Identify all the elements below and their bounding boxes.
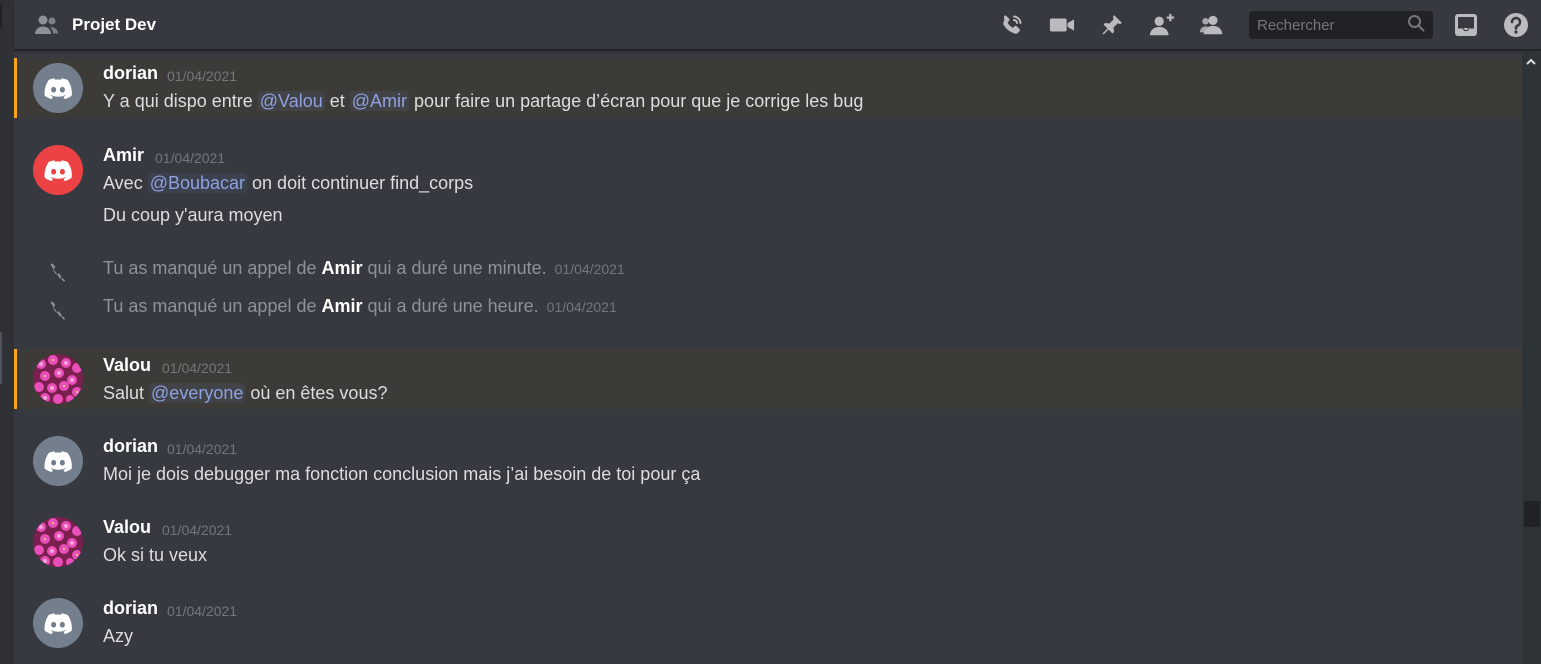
mention[interactable]: @Amir [349, 91, 410, 111]
discord-logo-icon [43, 446, 73, 476]
avatar[interactable] [33, 145, 83, 195]
discord-logo-icon [43, 73, 73, 103]
system-message-text: Tu as manqué un appel de Amir qui a duré… [103, 258, 625, 278]
message-timestamp: 01/04/2021 [162, 522, 233, 538]
system-message-user[interactable]: Amir [322, 296, 363, 316]
missed-call-icon [46, 300, 68, 322]
message-item[interactable]: dorian 01/04/2021 Y a qui dispo entre @V… [14, 58, 1522, 118]
avatar[interactable] [33, 63, 83, 113]
channel-title: Projet Dev [72, 14, 157, 34]
message-timestamp: 01/04/2021 [167, 603, 238, 619]
message-item[interactable]: Valou 01/04/2021 Salut @everyone où en ê… [14, 349, 1522, 409]
missed-call-icon [46, 262, 68, 284]
message-content: Ok si tu veux [103, 545, 208, 565]
guild-sidebar-edge [0, 0, 14, 664]
call-icon[interactable] [999, 12, 1025, 38]
system-message-user[interactable]: Amir [322, 258, 363, 278]
members-channel-icon [34, 12, 60, 38]
members-icon[interactable] [1199, 12, 1225, 38]
header-toolbar [987, 0, 1541, 50]
message-timestamp: 01/04/2021 [546, 299, 617, 315]
message-username[interactable]: Valou [103, 517, 151, 538]
sidebar-edge-tick [0, 332, 2, 384]
scrollbar-thumb[interactable] [1524, 501, 1540, 527]
message-item[interactable]: Valou 01/04/2021 Ok si tu veux [14, 511, 1522, 571]
system-message-missed-call: Tu as manqué un appel de Amir qui a duré… [14, 294, 1522, 324]
avatar[interactable] [33, 517, 83, 567]
message-timestamp: 01/04/2021 [167, 441, 238, 457]
message-content: Salut @everyone où en êtes vous? [103, 383, 388, 403]
pin-icon[interactable] [1099, 12, 1125, 38]
search-icon[interactable] [1407, 14, 1425, 37]
mention[interactable]: @Valou [257, 91, 325, 111]
avatar[interactable] [33, 354, 83, 404]
search-input[interactable] [1257, 16, 1407, 34]
message-content: Avec @Boubacar on doit continuer find_co… [103, 173, 474, 193]
inbox-icon[interactable] [1453, 12, 1479, 38]
message-timestamp: 01/04/2021 [162, 360, 233, 376]
flowers-avatar-image [33, 354, 83, 404]
sidebar-edge-tick [0, 4, 2, 28]
message-username[interactable]: dorian [103, 63, 158, 84]
message-username[interactable]: dorian [103, 598, 158, 619]
system-message-missed-call: Tu as manqué un appel de Amir qui a duré… [14, 256, 1522, 286]
mention[interactable]: @Boubacar [147, 173, 248, 193]
message-list[interactable]: dorian 01/04/2021 Y a qui dispo entre @V… [14, 51, 1522, 664]
discord-logo-icon [43, 608, 73, 638]
message-content: Du coup y'aura moyen [103, 205, 283, 225]
message-content: Moi je dois debugger ma fonction conclus… [103, 464, 701, 484]
help-icon[interactable] [1503, 12, 1529, 38]
message-content: Azy [103, 626, 134, 646]
message-timestamp: 01/04/2021 [155, 150, 226, 166]
scrollbar[interactable] [1522, 51, 1541, 664]
message-username[interactable]: Amir [103, 145, 144, 166]
video-icon[interactable] [1049, 12, 1075, 38]
scroll-up-arrow-icon[interactable] [1525, 56, 1537, 68]
add-member-icon[interactable] [1149, 12, 1175, 38]
message-content: Y a qui dispo entre @Valou et @Amir pour… [103, 91, 864, 111]
discord-logo-icon [43, 155, 73, 185]
avatar[interactable] [33, 598, 83, 648]
system-message-text: Tu as manqué un appel de Amir qui a duré… [103, 296, 617, 316]
message-item[interactable]: Amir 01/04/2021 Avec @Boubacar on doit c… [14, 139, 1522, 229]
search-box[interactable] [1249, 11, 1433, 39]
channel-header: Projet Dev [14, 0, 1541, 50]
message-timestamp: 01/04/2021 [167, 68, 238, 84]
avatar[interactable] [33, 436, 83, 486]
message-item[interactable]: dorian 01/04/2021 Azy [14, 592, 1522, 657]
mention[interactable]: @everyone [149, 383, 246, 403]
message-username[interactable]: dorian [103, 436, 158, 457]
flowers-avatar-image [33, 517, 83, 567]
message-username[interactable]: Valou [103, 355, 151, 376]
message-timestamp: 01/04/2021 [554, 261, 625, 277]
message-item[interactable]: dorian 01/04/2021 Moi je dois debugger m… [14, 430, 1522, 490]
